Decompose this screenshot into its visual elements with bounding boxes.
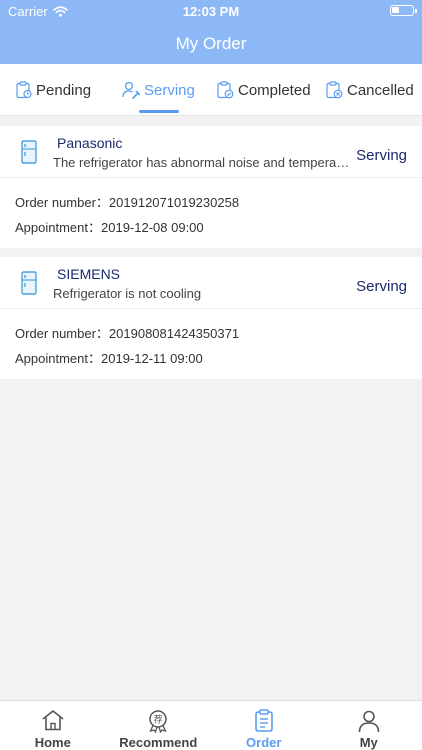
order-number-value: 201908081424350371 (108, 326, 240, 341)
appointment-row: Appointment：2019-12-11 09:00 (15, 348, 203, 367)
order-status: Serving (356, 147, 407, 164)
svg-text:荐: 荐 (154, 715, 163, 726)
order-card-details: Order number：201908081424350371 Appointm… (0, 309, 422, 379)
order-card[interactable]: SIEMENS Refrigerator is not cooling Serv… (0, 257, 422, 379)
active-tab-indicator (139, 110, 179, 113)
status-bar: Carrier 12:03 PM (0, 0, 422, 22)
refrigerator-icon (21, 140, 37, 164)
battery-icon (390, 5, 417, 16)
page-title: My Order (175, 34, 247, 53)
tab-cancelled[interactable]: Cancelled (326, 64, 414, 116)
order-card-details: Order number：201912071019230258 Appointm… (0, 178, 422, 248)
order-number-label: Order number： (15, 195, 109, 210)
clipboard-clock-icon (16, 81, 32, 99)
order-number-value: 201912071019230258 (108, 195, 240, 210)
app-header: Carrier 12:03 PM My Order (0, 0, 422, 64)
appointment-label: Appointment： (15, 220, 101, 235)
recommend-badge-icon: 荐 (149, 710, 167, 733)
tab-pending-label: Pending (36, 81, 92, 99)
order-brand: SIEMENS (57, 266, 121, 282)
order-card-header: SIEMENS Refrigerator is not cooling Serv… (0, 257, 422, 309)
order-number-row: Order number：201912071019230258 (15, 192, 239, 211)
order-card-header: Panasonic The refrigerator has abnormal … (0, 126, 422, 178)
order-card[interactable]: Panasonic The refrigerator has abnormal … (0, 126, 422, 248)
order-brand: Panasonic (57, 135, 123, 151)
appointment-value: 2019-12-11 09:00 (101, 351, 203, 366)
nav-my[interactable]: My (316, 701, 422, 750)
order-problem: The refrigerator has abnormal noise and … (53, 155, 351, 170)
user-wrench-icon (122, 81, 140, 99)
tab-cancelled-label: Cancelled (347, 81, 414, 99)
profile-icon (358, 710, 380, 733)
clock: 12:03 PM (182, 4, 240, 19)
appointment-row: Appointment：2019-12-08 09:00 (15, 217, 204, 236)
order-status-tabs: Pending Serving Completed Cancelled (0, 64, 422, 116)
tab-serving[interactable]: Serving (122, 64, 195, 116)
home-icon (42, 710, 64, 731)
appointment-value: 2019-12-08 09:00 (101, 220, 204, 235)
clipboard-cancel-icon (326, 81, 343, 99)
nav-recommend[interactable]: 荐 Recommend (106, 701, 212, 750)
bottom-tab-bar: Home 荐 Recommend Order My (0, 700, 422, 750)
order-status: Serving (356, 278, 407, 295)
nav-home-label: Home (34, 735, 71, 750)
tab-completed[interactable]: Completed (217, 64, 311, 116)
nav-recommend-label: Recommend (119, 735, 198, 750)
nav-home[interactable]: Home (0, 701, 106, 750)
order-clipboard-icon (254, 709, 273, 732)
clipboard-check-icon (217, 81, 234, 99)
nav-order-label: Order (246, 735, 282, 750)
order-number-row: Order number：201908081424350371 (15, 323, 239, 342)
tab-serving-label: Serving (144, 81, 195, 99)
nav-my-label: My (359, 735, 378, 750)
nav-order[interactable]: Order (211, 701, 317, 750)
tab-pending[interactable]: Pending (16, 64, 91, 116)
refrigerator-icon (21, 271, 37, 295)
appointment-label: Appointment： (15, 351, 101, 366)
tab-completed-label: Completed (238, 81, 311, 99)
order-number-label: Order number： (15, 326, 109, 341)
order-problem: Refrigerator is not cooling (53, 286, 202, 301)
